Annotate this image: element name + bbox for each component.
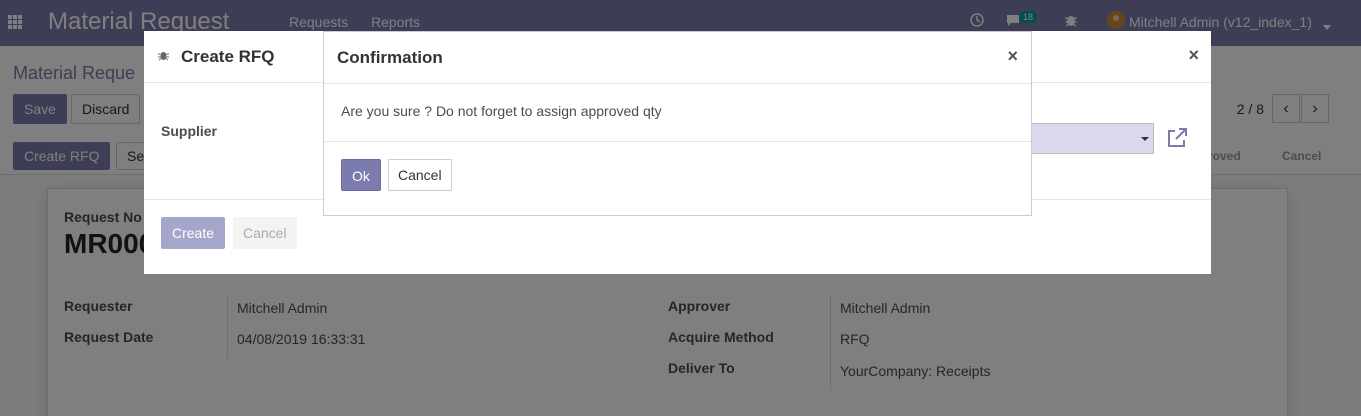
supplier-label: Supplier bbox=[161, 123, 218, 139]
cancel-button[interactable]: Cancel bbox=[233, 217, 297, 249]
confirmation-title: Confirmation bbox=[337, 48, 443, 67]
ok-button[interactable]: Ok bbox=[341, 159, 381, 191]
external-link-icon[interactable] bbox=[1165, 126, 1189, 150]
chevron-down-icon bbox=[1141, 137, 1149, 141]
close-icon[interactable]: × bbox=[1188, 45, 1199, 66]
create-button[interactable]: Create bbox=[161, 217, 226, 249]
supplier-select[interactable] bbox=[1024, 123, 1154, 154]
cancel-button[interactable]: Cancel bbox=[388, 159, 452, 191]
confirmation-message: Are you sure ? Do not forget to assign a… bbox=[341, 103, 662, 119]
confirmation-dialog: Confirmation × Are you sure ? Do not for… bbox=[323, 31, 1032, 216]
create-rfq-title: Create RFQ bbox=[181, 47, 275, 66]
confirmation-header: Confirmation × bbox=[324, 32, 1031, 84]
debug-bug-icon bbox=[158, 52, 169, 61]
confirmation-footer: Ok Cancel bbox=[324, 141, 1031, 216]
close-icon[interactable]: × bbox=[1007, 46, 1018, 67]
